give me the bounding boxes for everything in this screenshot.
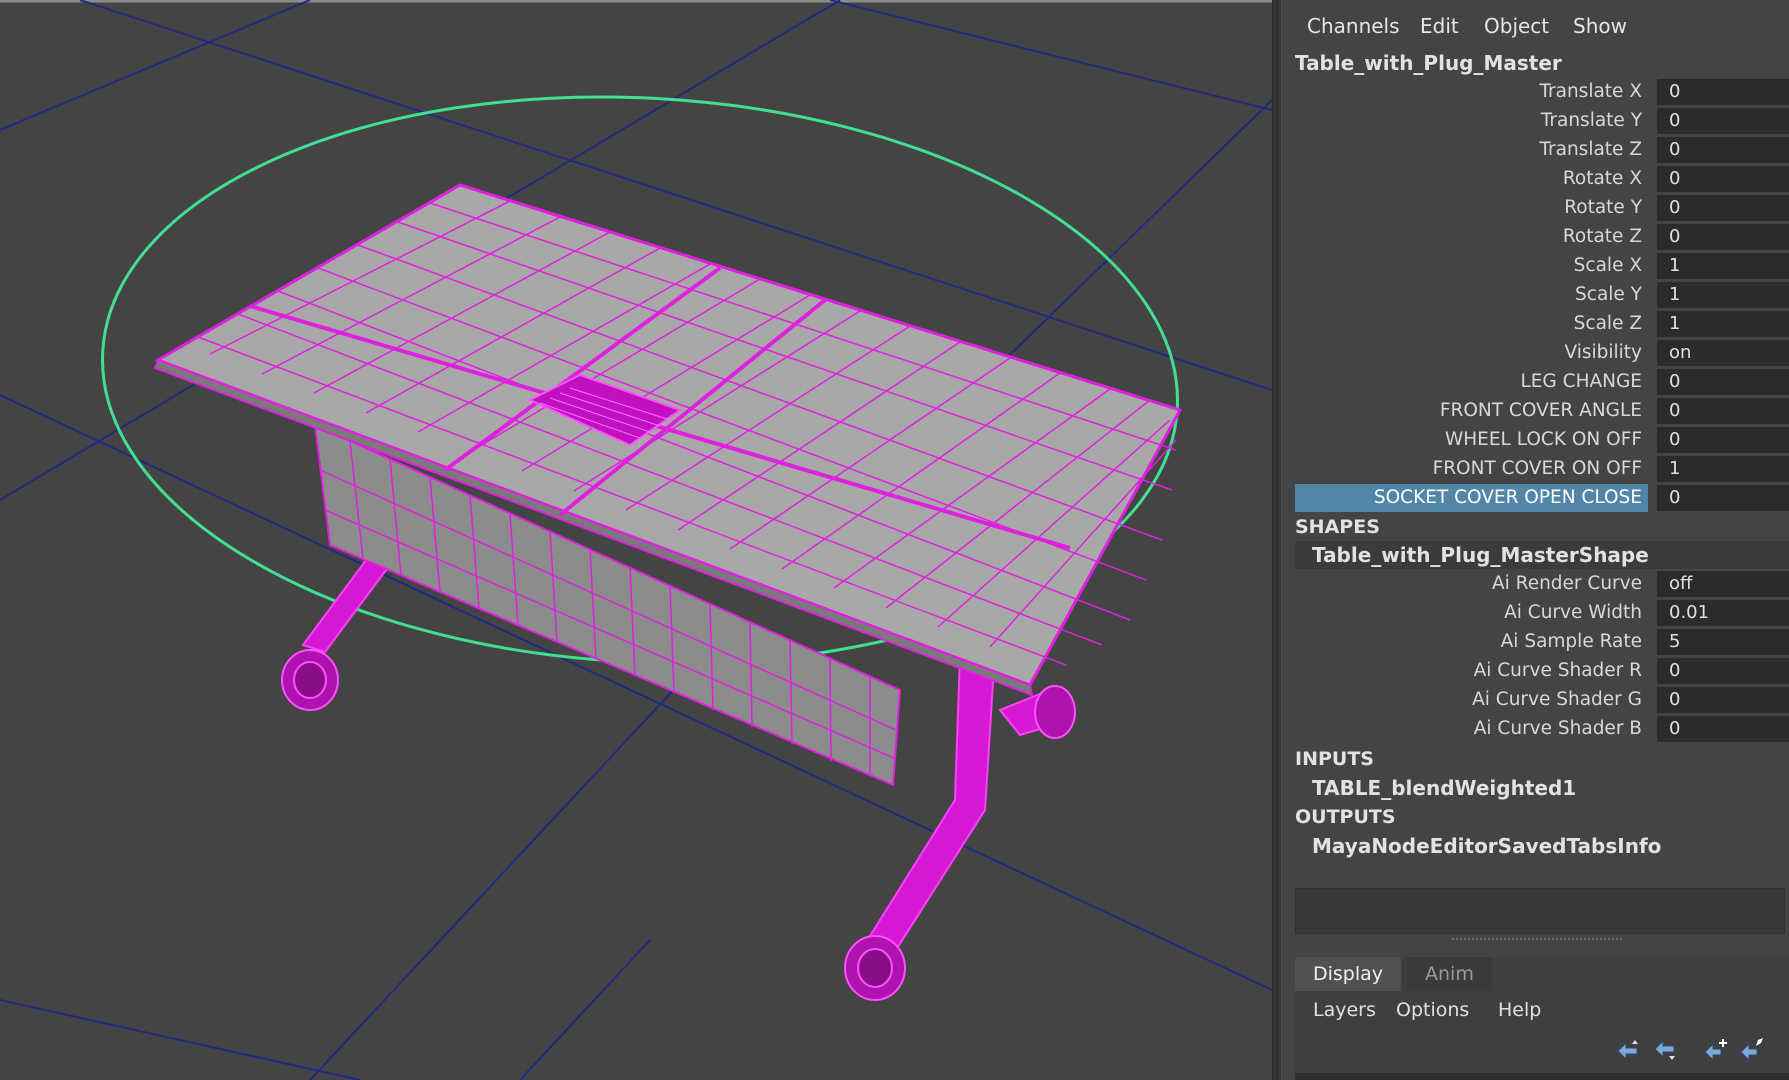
attr-value-field[interactable]: 0 (1657, 224, 1789, 250)
channel-box-menubar: Channels Edit Object Show (1282, 0, 1789, 52)
attr-value-field[interactable]: 1 (1657, 282, 1789, 308)
attr-value-field[interactable]: 1 (1657, 253, 1789, 279)
attr-label[interactable]: Translate Y (1295, 107, 1648, 135)
section-shapes: SHAPES (1295, 516, 1380, 538)
panel-splitter[interactable] (1272, 0, 1282, 1080)
channel-box-empty-area (1295, 888, 1785, 934)
attr-value-field[interactable]: 1 (1657, 456, 1789, 482)
attr-label[interactable]: Scale Y (1295, 281, 1648, 309)
attr-value-field[interactable]: 1 (1657, 311, 1789, 337)
attr-label[interactable]: SOCKET COVER OPEN CLOSE (1295, 484, 1648, 512)
attr-value-field[interactable]: on (1657, 340, 1789, 366)
attr-row[interactable]: Translate Z 0 (1295, 136, 1789, 164)
menu-help[interactable]: Help (1498, 999, 1541, 1021)
attr-row[interactable]: Ai Curve Shader R 0 (1295, 657, 1789, 685)
new-layer-from-selection-icon[interactable] (1739, 1037, 1765, 1063)
attr-label[interactable]: WHEEL LOCK ON OFF (1295, 426, 1648, 454)
attr-row[interactable]: Rotate Z 0 (1295, 223, 1789, 251)
output-node[interactable]: MayaNodeEditorSavedTabsInfo (1312, 834, 1661, 858)
attr-row[interactable]: FRONT COVER ON OFF 1 (1295, 455, 1789, 483)
attr-value-field[interactable]: 0 (1657, 79, 1789, 105)
attr-label[interactable]: Ai Sample Rate (1295, 628, 1648, 656)
attr-row-selected[interactable]: SOCKET COVER OPEN CLOSE 0 (1295, 484, 1789, 512)
viewport-3d[interactable] (0, 0, 1272, 1080)
attr-row[interactable]: Scale Z 1 (1295, 310, 1789, 338)
attr-label[interactable]: LEG CHANGE (1295, 368, 1648, 396)
menu-object[interactable]: Object (1484, 14, 1549, 38)
attr-row[interactable]: Visibility on (1295, 339, 1789, 367)
move-layer-down-icon[interactable] (1652, 1037, 1678, 1063)
attr-value-field[interactable]: 0 (1657, 398, 1789, 424)
attr-label[interactable]: Scale Z (1295, 310, 1648, 338)
attr-row[interactable]: Translate Y 0 (1295, 107, 1789, 135)
attr-value-field[interactable]: 0 (1657, 108, 1789, 134)
attr-row[interactable]: Rotate X 0 (1295, 165, 1789, 193)
attr-label[interactable]: Ai Curve Shader R (1295, 657, 1648, 685)
attr-row[interactable]: Ai Curve Width 0.01 (1295, 599, 1789, 627)
node-name[interactable]: Table_with_Plug_Master (1295, 51, 1562, 75)
menu-edit[interactable]: Edit (1420, 14, 1459, 38)
attr-value-field[interactable]: 0 (1657, 137, 1789, 163)
attr-label[interactable]: FRONT COVER ANGLE (1295, 397, 1648, 425)
attr-row[interactable]: Scale X 1 (1295, 252, 1789, 280)
move-layer-up-icon[interactable] (1615, 1037, 1641, 1063)
attr-row[interactable]: Ai Curve Shader B 0 (1295, 715, 1789, 743)
attr-label[interactable]: Translate X (1295, 78, 1648, 106)
attr-value-field[interactable]: 0 (1657, 485, 1789, 511)
attr-row[interactable]: FRONT COVER ANGLE 0 (1295, 397, 1789, 425)
menu-options[interactable]: Options (1396, 999, 1469, 1021)
attr-label[interactable]: FRONT COVER ON OFF (1295, 455, 1648, 483)
tab-display[interactable]: Display (1295, 957, 1402, 991)
tab-anim[interactable]: Anim (1407, 957, 1492, 991)
layer-editor: Display Anim Layers Options Help (1295, 957, 1789, 1080)
input-node[interactable]: TABLE_blendWeighted1 (1312, 776, 1576, 800)
attr-value-field[interactable]: 0 (1657, 427, 1789, 453)
panel-resize-handle[interactable] (1452, 938, 1622, 940)
layer-list-area (1295, 1073, 1789, 1080)
attr-row[interactable]: Scale Y 1 (1295, 281, 1789, 309)
menu-channels[interactable]: Channels (1307, 14, 1400, 38)
attr-value-field[interactable]: 0 (1657, 195, 1789, 221)
shape-node-name[interactable]: Table_with_Plug_MasterShape (1312, 543, 1649, 567)
attr-label[interactable]: Ai Curve Shader G (1295, 686, 1648, 714)
attr-label[interactable]: Visibility (1295, 339, 1648, 367)
attr-value-field[interactable]: 0 (1657, 369, 1789, 395)
viewport-scene (0, 0, 1272, 1080)
attr-row[interactable]: Ai Curve Shader G 0 (1295, 686, 1789, 714)
attr-row[interactable]: LEG CHANGE 0 (1295, 368, 1789, 396)
attr-value-field[interactable]: 0 (1657, 166, 1789, 192)
menu-layers[interactable]: Layers (1313, 999, 1376, 1021)
attr-value-field[interactable]: 0.01 (1657, 600, 1789, 626)
attr-value-field[interactable]: 0 (1657, 658, 1789, 684)
attr-label[interactable]: Scale X (1295, 252, 1648, 280)
attr-value-field[interactable]: off (1657, 571, 1789, 597)
attr-label[interactable]: Translate Z (1295, 136, 1648, 164)
menu-show[interactable]: Show (1573, 14, 1627, 38)
attr-row[interactable]: Ai Render Curve off (1295, 570, 1789, 598)
new-empty-layer-icon[interactable] (1703, 1037, 1729, 1063)
attr-label[interactable]: Ai Curve Shader B (1295, 715, 1648, 743)
attr-row[interactable]: Rotate Y 0 (1295, 194, 1789, 222)
attr-label[interactable]: Rotate Z (1295, 223, 1648, 251)
attr-value-field[interactable]: 5 (1657, 629, 1789, 655)
attr-row[interactable]: Translate X 0 (1295, 78, 1789, 106)
attr-label[interactable]: Ai Curve Width (1295, 599, 1648, 627)
attr-value-field[interactable]: 0 (1657, 716, 1789, 742)
attr-label[interactable]: Rotate X (1295, 165, 1648, 193)
attr-label[interactable]: Ai Render Curve (1295, 570, 1648, 598)
attr-row[interactable]: Ai Sample Rate 5 (1295, 628, 1789, 656)
section-outputs: OUTPUTS (1295, 806, 1396, 828)
attr-label[interactable]: Rotate Y (1295, 194, 1648, 222)
channel-box: Channels Edit Object Show Table_with_Plu… (1282, 0, 1789, 1080)
section-inputs: INPUTS (1295, 748, 1374, 770)
attr-row[interactable]: WHEEL LOCK ON OFF 0 (1295, 426, 1789, 454)
attr-value-field[interactable]: 0 (1657, 687, 1789, 713)
